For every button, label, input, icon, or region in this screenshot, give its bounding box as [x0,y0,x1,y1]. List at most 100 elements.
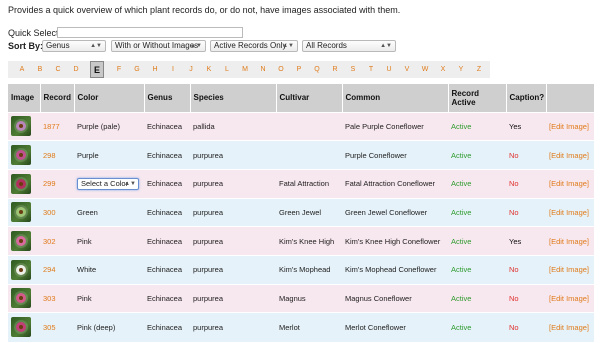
table-header-row: Image Record Color Genus Species Cultivar Comm… [8,84,595,112]
caption-status-cell: No [506,312,546,342]
record-link[interactable]: 298 [40,140,74,170]
table-row: 302 Pink Echinacea purpurea Kim's Knee High K… [8,226,594,256]
record-link[interactable]: 1877 [40,111,74,141]
filter-records-select[interactable]: All Records ▲▼ [302,40,396,52]
filter-images-select[interactable]: With or Without Images ▲▼ [111,40,206,52]
record-link[interactable]: 303 [40,283,74,313]
letter-link-b[interactable]: B [33,61,47,78]
letter-link-n[interactable]: N [256,61,270,78]
edit-image-link[interactable]: [Edit Image] [546,312,594,342]
record-link[interactable]: 305 [40,312,74,342]
table-row: 305 Pink (deep) Echinacea purpurea Merlot Mer… [8,312,594,342]
edit-image-link[interactable]: [Edit Image] [546,283,594,313]
sort-by-label: Sort By: [8,41,44,51]
letter-link-v[interactable]: V [400,61,414,78]
filter-active-select[interactable]: Active Records Only ▲▼ [210,40,298,52]
table-row: 294 White Echinacea purpurea Kim's Mophead Ki… [8,254,594,285]
record-link[interactable]: 299 [40,168,74,199]
letter-link-z[interactable]: Z [472,61,486,78]
record-link[interactable]: 300 [40,197,74,227]
color-cell: Pink [74,283,144,313]
color-select[interactable]: Select a Color ▲▼ [77,177,139,190]
record-link[interactable]: 302 [40,226,74,256]
column-header [546,84,595,112]
cultivar-cell: Magnus [276,283,342,313]
cultivar-cell: Kim's Mophead [276,254,342,285]
image-cell [8,283,40,313]
image-cell [8,111,40,141]
letter-link-d[interactable]: D [69,61,83,78]
species-cell: purpurea [190,283,276,313]
column-header: Caption? [506,84,547,112]
image-cell [8,226,40,256]
chevron-down-icon: ▲▼ [282,43,294,49]
species-cell: pallida [190,111,276,141]
cultivar-cell: Kim's Knee High [276,226,342,256]
letter-link-q[interactable]: Q [310,61,324,78]
letter-link-a[interactable]: A [15,61,29,78]
plant-thumbnail[interactable] [11,288,31,309]
species-cell: purpurea [190,140,276,170]
genus-cell: Echinacea [144,226,190,256]
quick-select-input[interactable] [57,27,243,38]
chevron-down-icon: ▲▼ [190,43,202,49]
plant-thumbnail[interactable] [11,231,31,252]
common-name-cell: Pale Purple Coneflower [342,111,448,141]
letter-link-y[interactable]: Y [454,61,468,78]
plant-thumbnail[interactable] [11,259,31,280]
caption-status-cell: No [506,254,546,285]
letter-link-i[interactable]: I [166,61,180,78]
edit-image-link[interactable]: [Edit Image] [546,254,594,285]
genus-cell: Echinacea [144,283,190,313]
record-active-cell: Active [448,140,506,170]
cultivar-cell: Merlot [276,312,342,342]
quick-select-label: Quick Select: [8,28,62,38]
edit-image-link[interactable]: [Edit Image] [546,111,594,141]
chevron-down-icon: ▲▼ [380,43,392,49]
letter-link-l[interactable]: L [220,61,234,78]
letter-link-o[interactable]: O [274,61,288,78]
table-row: 303 Pink Echinacea purpurea Magnus Magnus Con… [8,283,594,313]
plant-thumbnail[interactable] [11,116,31,137]
edit-image-link[interactable]: [Edit Image] [546,168,594,199]
letter-link-x[interactable]: X [436,61,450,78]
record-active-cell: Active [448,254,506,285]
edit-image-link[interactable]: [Edit Image] [546,226,594,256]
letter-link-f[interactable]: F [112,61,126,78]
table-row: 298 Purple Echinacea purpurea Purple Coneflo… [8,140,594,170]
plant-thumbnail[interactable] [11,173,31,194]
letter-link-w[interactable]: W [418,61,432,78]
letter-link-t[interactable]: T [364,61,378,78]
genus-cell: Echinacea [144,111,190,141]
plant-thumbnail[interactable] [11,202,31,223]
cultivar-cell [276,111,342,141]
letter-link-p[interactable]: P [292,61,306,78]
record-active-cell: Active [448,283,506,313]
column-header: Cultivar [276,84,343,112]
letter-link-u[interactable]: U [382,61,396,78]
column-header: Image [8,84,41,112]
species-cell: purpurea [190,254,276,285]
page-intro: Provides a quick overview of which plant… [8,5,401,15]
letter-link-c[interactable]: C [51,61,65,78]
table-row: 300 Green Echinacea purpurea Green Jewel Gree… [8,197,594,227]
letter-link-j[interactable]: J [184,61,198,78]
sort-genus-select[interactable]: Genus ▲▼ [42,40,106,52]
column-header: Record [40,84,75,112]
common-name-cell: Magnus Coneflower [342,283,448,313]
letter-link-r[interactable]: R [328,61,342,78]
record-active-cell: Active [448,168,506,199]
plant-thumbnail[interactable] [11,145,31,166]
letter-link-g[interactable]: G [130,61,144,78]
letter-link-s[interactable]: S [346,61,360,78]
edit-image-link[interactable]: [Edit Image] [546,197,594,227]
letter-link-e[interactable]: E [90,61,104,78]
edit-image-link[interactable]: [Edit Image] [546,140,594,170]
letter-link-h[interactable]: H [148,61,162,78]
record-link[interactable]: 294 [40,254,74,285]
image-cell [8,140,40,170]
color-cell: Green [74,197,144,227]
letter-link-m[interactable]: M [238,61,252,78]
plant-thumbnail[interactable] [11,317,31,338]
letter-link-k[interactable]: K [202,61,216,78]
